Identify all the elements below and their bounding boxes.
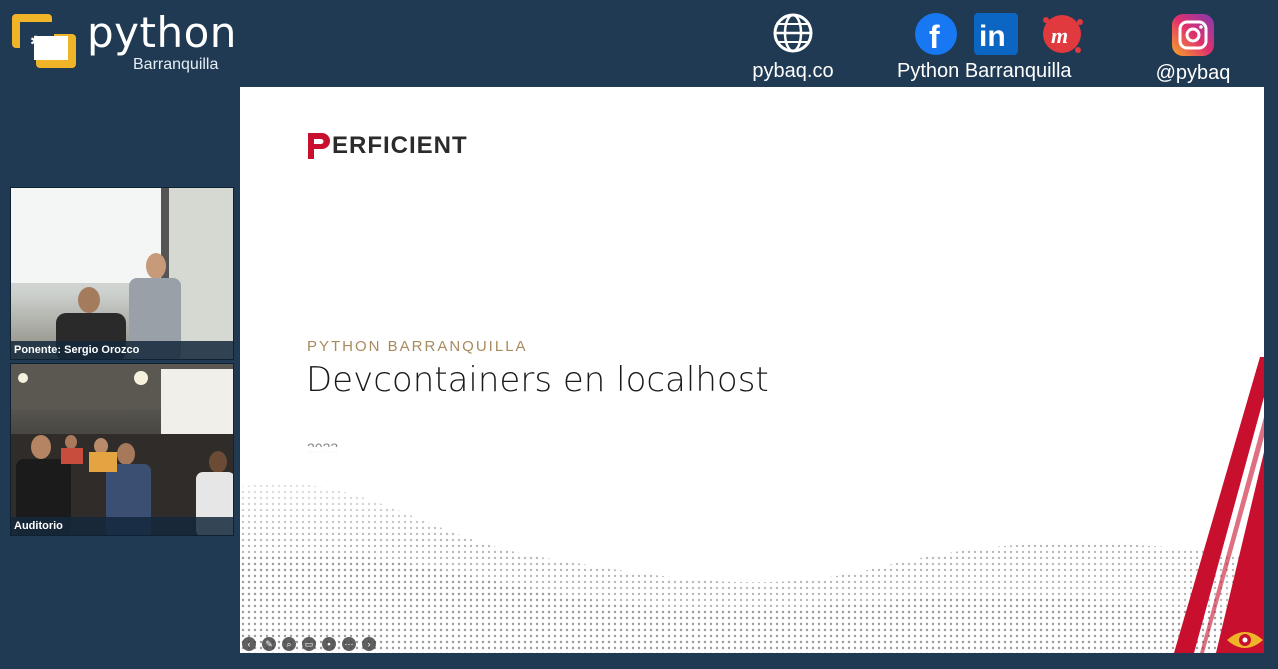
instagram-link[interactable]: @pybaq (1145, 12, 1241, 85)
linkedin-icon[interactable]: in (972, 12, 1020, 56)
channel-badge-icon (1227, 632, 1263, 648)
slide-controls: ‹ ✎ ⌕ ▭ ▪ ⋯ › (242, 637, 376, 651)
instagram-icon (1172, 14, 1214, 56)
perficient-p-mark (308, 133, 330, 159)
meetup-icon[interactable]: m (1038, 12, 1086, 56)
perficient-logo: ERFICIENT (306, 131, 468, 161)
python-barranquilla-logo: ✱ (12, 14, 76, 68)
slide-eyebrow: PYTHON BARRANQUILLA (307, 338, 528, 355)
audience-caption: Auditorio (11, 517, 233, 535)
speaker-scene (11, 188, 233, 359)
presentation-slide: ERFICIENT PYTHON BARRANQUILLA Devcontain… (240, 87, 1264, 653)
svg-text:✱: ✱ (30, 34, 42, 50)
brand-name: python (87, 8, 237, 57)
previous-slide-button[interactable]: ‹ (242, 637, 256, 651)
more-options-button[interactable]: ⋯ (342, 637, 356, 651)
brand-city: Barranquilla (133, 56, 219, 73)
svg-text:m: m (1051, 23, 1068, 48)
zoom-button[interactable]: ⌕ (282, 637, 296, 651)
pen-tool-button[interactable]: ✎ (262, 637, 276, 651)
red-stripe-accent (1174, 357, 1264, 653)
instagram-label: @pybaq (1155, 62, 1231, 84)
next-slide-button[interactable]: › (362, 637, 376, 651)
speaker-video: Ponente: Sergio Orozco (10, 187, 234, 360)
captions-button[interactable]: ▭ (302, 637, 316, 651)
dot-wave-graphic (240, 447, 1264, 653)
speaker-caption: Ponente: Sergio Orozco (11, 341, 233, 359)
perficient-wordmark: ERFICIENT (332, 132, 468, 159)
svg-text:f: f (929, 19, 940, 55)
slide-title: Devcontainers en localhost (306, 360, 769, 400)
audience-video: Auditorio (10, 363, 234, 536)
globe-icon (773, 13, 813, 53)
website-link[interactable]: pybaq.co (745, 12, 841, 83)
website-label: pybaq.co (752, 60, 834, 82)
camera-button[interactable]: ▪ (322, 637, 336, 651)
group-name-label[interactable]: Python Barranquilla (897, 60, 1072, 83)
facebook-icon[interactable]: f (912, 12, 960, 56)
svg-text:in: in (979, 20, 1006, 53)
audience-scene (11, 364, 233, 535)
